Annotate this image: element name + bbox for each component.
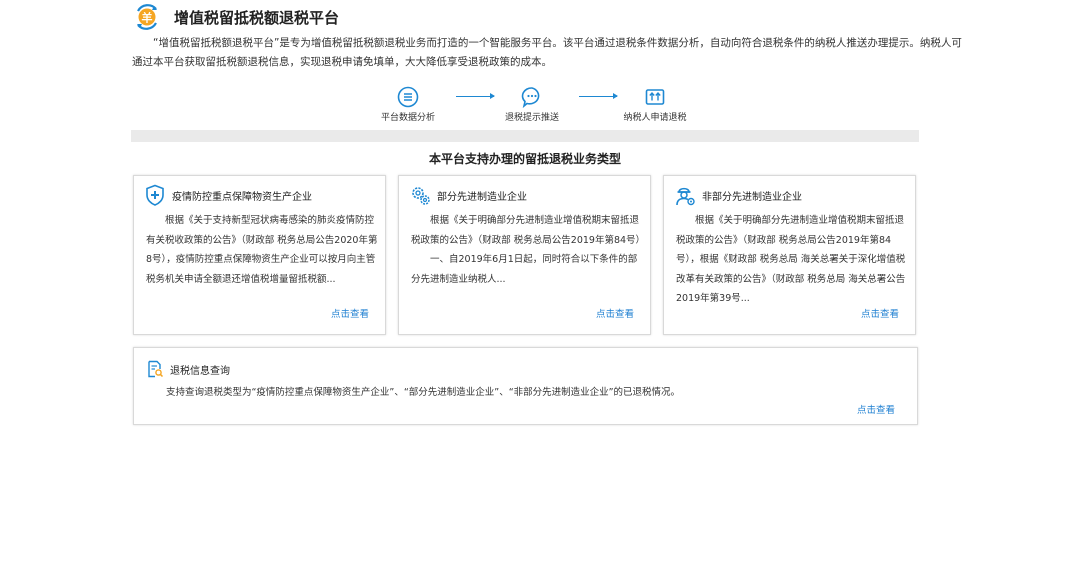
chat-bubble-icon bbox=[521, 86, 543, 109]
view-details-link[interactable]: 点击查看 bbox=[596, 306, 634, 320]
card-header: 非部分先进制造业企业 bbox=[674, 184, 802, 206]
business-type-card-non-advanced-manufacturing: 非部分先进制造业企业 根据《关于明确部分先进制造业增值税期末留抵退税政策的公告》… bbox=[663, 175, 916, 335]
process-flow: 平台数据分析 退税提示推送 纳税人申请退税 bbox=[380, 86, 700, 126]
business-type-card-epidemic: 疫情防控重点保障物资生产企业 根据《关于支持新型冠状病毒感染的肺炎疫情防控有关税… bbox=[133, 175, 386, 335]
card-header: 部分先进制造业企业 bbox=[409, 184, 527, 206]
view-details-link[interactable]: 点击查看 bbox=[861, 306, 899, 320]
card-header: 疫情防控重点保障物资生产企业 bbox=[144, 184, 312, 206]
svg-text:羊: 羊 bbox=[142, 11, 153, 25]
card-title: 非部分先进制造业企业 bbox=[702, 191, 802, 203]
flow-step-label: 平台数据分析 bbox=[380, 113, 435, 123]
flow-step-tip-push: 退税提示推送 bbox=[497, 86, 567, 123]
card-paragraph: 根据《关于明确部分先进制造业增值税期末留抵退税政策的公告》（财政部 税务总局公告… bbox=[411, 215, 646, 246]
yuan-exchange-icon: 羊 bbox=[132, 2, 162, 32]
page-title: 增值税留抵税额退税平台 bbox=[174, 8, 340, 27]
card-paragraph: 根据《关于支持新型冠状病毒感染的肺炎疫情防控有关税收政策的公告》（财政部 税务总… bbox=[146, 215, 378, 285]
refund-info-query-card: 退税信息查询 支持查询退税类型为“疫情防控重点保障物资生产企业”、“部分先进制造… bbox=[133, 347, 918, 425]
upload-box-icon bbox=[644, 86, 666, 108]
shield-plus-icon bbox=[144, 184, 166, 206]
gears-icon bbox=[409, 184, 431, 206]
card-header: 退税信息查询 bbox=[146, 360, 230, 378]
card-paragraph: 根据《关于明确部分先进制造业增值税期末留抵退税政策的公告》（财政部 税务总局公告… bbox=[676, 215, 906, 304]
list-circle-icon bbox=[397, 86, 419, 108]
card-title: 部分先进制造业企业 bbox=[437, 191, 527, 203]
view-details-link[interactable]: 点击查看 bbox=[331, 306, 369, 320]
platform-intro: “增值税留抵税额退税平台”是专为增值税留抵税额退税业务而打造的一个智能服务平台。… bbox=[132, 37, 962, 68]
section-title: 本平台支持办理的留抵退税业务类型 bbox=[428, 152, 621, 166]
query-description: 支持查询退税类型为“疫情防控重点保障物资生产企业”、“部分先进制造业企业”、“非… bbox=[166, 387, 681, 398]
flow-step-label: 退税提示推送 bbox=[504, 113, 559, 123]
flow-arrow bbox=[579, 93, 618, 99]
card-description: 根据《关于明确部分先进制造业增值税期末留抵退税政策的公告》（财政部 税务总局公告… bbox=[411, 211, 646, 289]
flow-step-label: 纳税人申请退税 bbox=[623, 113, 687, 123]
view-details-link[interactable]: 点击查看 bbox=[857, 402, 895, 416]
card-paragraph: 一、自2019年6月1日起，同时符合以下条件的部分先进制造业纳税人... bbox=[411, 254, 638, 285]
worker-icon bbox=[674, 184, 696, 206]
page-header: 羊 增值税留抵税额退税平台 bbox=[132, 2, 339, 32]
card-title: 疫情防控重点保障物资生产企业 bbox=[172, 191, 312, 203]
section-divider bbox=[131, 130, 919, 142]
card-description: 根据《关于明确部分先进制造业增值税期末留抵退税政策的公告》（财政部 税务总局公告… bbox=[676, 211, 908, 309]
flow-step-apply: 纳税人申请退税 bbox=[620, 86, 690, 123]
flow-arrow bbox=[456, 93, 495, 99]
flow-step-data-analysis: 平台数据分析 bbox=[373, 86, 443, 123]
card-title: 退税信息查询 bbox=[170, 365, 230, 377]
document-search-icon bbox=[146, 360, 164, 378]
business-type-card-advanced-manufacturing: 部分先进制造业企业 根据《关于明确部分先进制造业增值税期末留抵退税政策的公告》（… bbox=[398, 175, 651, 335]
card-description: 根据《关于支持新型冠状病毒感染的肺炎疫情防控有关税收政策的公告》（财政部 税务总… bbox=[146, 211, 378, 289]
